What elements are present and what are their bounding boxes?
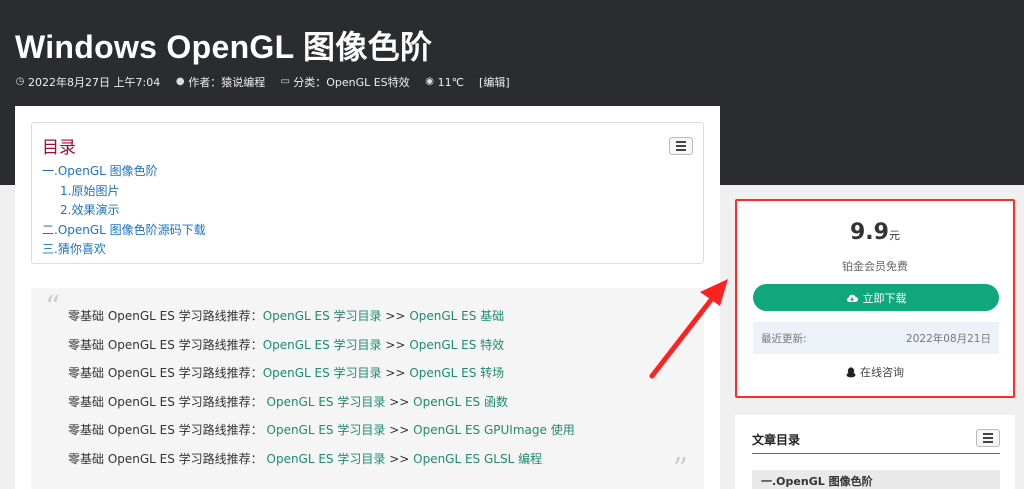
meta-date-text: 2022年8月27日 上午7:04 xyxy=(28,76,161,89)
quote-line: 零基础 OpenGL ES 学习路线推荐：OpenGL ES 学习目录 >> O… xyxy=(68,302,684,331)
quote-separator: >> xyxy=(385,423,414,438)
quote-line-prefix: 零基础 OpenGL ES 学习路线推荐： xyxy=(68,394,267,409)
quote-line-prefix: 零基础 OpenGL ES 学习路线推荐： xyxy=(68,366,263,381)
sidebar-toc-toggle-icon[interactable] xyxy=(976,429,1000,447)
directory-link[interactable]: OpenGL ES 学习目录 xyxy=(267,395,386,409)
quote-line: 零基础 OpenGL ES 学习路线推荐： OpenGL ES 学习目录 >> … xyxy=(68,416,684,445)
price: 9.9元 xyxy=(737,220,1013,245)
meta-views: ◉ 11℃ xyxy=(425,74,464,90)
quote-line: 零基础 OpenGL ES 学习路线推荐： OpenGL ES 学习目录 >> … xyxy=(68,445,684,474)
sidebar-toc-item[interactable]: 一.OpenGL 图像色阶 xyxy=(752,470,1000,489)
topic-link[interactable]: OpenGL ES 函数 xyxy=(413,395,508,409)
topic-link[interactable]: OpenGL ES GLSL 编程 xyxy=(413,452,542,466)
quote-close-icon: ” xyxy=(672,452,688,487)
download-button-label: 立即下载 xyxy=(862,291,907,305)
folder-icon: ▭ xyxy=(280,76,290,87)
topic-link[interactable]: OpenGL ES 转场 xyxy=(409,366,504,380)
meta-views-text: 11℃ xyxy=(437,75,465,89)
meta-edit-link[interactable]: [编辑] xyxy=(479,74,510,90)
cloud-download-icon xyxy=(846,294,858,302)
eye-icon: ◉ xyxy=(425,76,435,87)
member-free-note: 铂金会员免费 xyxy=(842,260,908,273)
toc-title: 目录 xyxy=(42,138,76,158)
quote-separator: >> xyxy=(385,451,414,466)
toc-item[interactable]: 2.效果演示 xyxy=(42,201,693,221)
meta-date: ◷ 2022年8月27日 上午7:04 xyxy=(15,74,161,90)
toc-item[interactable]: 一.OpenGL 图像色阶 xyxy=(42,162,693,182)
toc-item[interactable]: 1.原始图片 xyxy=(42,182,693,202)
quote-line: 零基础 OpenGL ES 学习路线推荐：OpenGL ES 学习目录 >> O… xyxy=(68,331,684,360)
toc-item[interactable]: 二.OpenGL 图像色阶源码下载 xyxy=(42,221,693,241)
directory-link[interactable]: OpenGL ES 学习目录 xyxy=(263,366,382,380)
quote-line-prefix: 零基础 OpenGL ES 学习路线推荐： xyxy=(68,337,263,352)
directory-link[interactable]: OpenGL ES 学习目录 xyxy=(267,452,386,466)
quote-open-icon: “ xyxy=(45,290,61,325)
toc-item[interactable]: 三.猜你喜欢 xyxy=(42,240,693,260)
learning-path-quote: “ 零基础 OpenGL ES 学习路线推荐：OpenGL ES 学习目录 >>… xyxy=(31,288,704,489)
online-consult-link[interactable]: 在线咨询 xyxy=(737,364,1013,380)
meta-category[interactable]: ▭ 分类：OpenGL ES特效 xyxy=(280,74,409,90)
sidebar-article-toc: 文章目录 一.OpenGL 图像色阶 xyxy=(735,415,1015,489)
last-updated-date: 2022年08月21日 xyxy=(906,332,991,345)
quote-line-prefix: 零基础 OpenGL ES 学习路线推荐： xyxy=(68,423,267,438)
download-button[interactable]: 立即下载 xyxy=(753,284,999,311)
price-unit: 元 xyxy=(888,229,900,242)
divider xyxy=(752,453,1000,454)
topic-link[interactable]: OpenGL ES 特效 xyxy=(409,338,504,352)
sidebar-toc-title: 文章目录 xyxy=(752,433,801,447)
toc-toggle-icon[interactable] xyxy=(669,137,693,155)
quote-line-prefix: 零基础 OpenGL ES 学习路线推荐： xyxy=(68,309,263,323)
user-icon: ● xyxy=(175,76,185,87)
qq-icon xyxy=(846,366,856,377)
topic-link[interactable]: OpenGL ES 基础 xyxy=(409,309,504,323)
quote-line: 零基础 OpenGL ES 学习路线推荐：OpenGL ES 学习目录 >> O… xyxy=(68,359,684,388)
article-body: 目录 一.OpenGL 图像色阶 1.原始图片 2.效果演示 二.OpenGL … xyxy=(15,106,720,489)
meta-category-text[interactable]: 分类：OpenGL ES特效 xyxy=(293,74,409,90)
last-updated: 最近更新: 2022年08月21日 xyxy=(753,322,999,354)
download-widget: 9.9元 铂金会员免费 立即下载 最近更新: 2022年08月21日 在线咨询 xyxy=(735,199,1015,398)
table-of-contents: 目录 一.OpenGL 图像色阶 1.原始图片 2.效果演示 二.OpenGL … xyxy=(31,122,704,264)
price-value: 9.9 xyxy=(850,220,889,245)
page-title: Windows OpenGL 图像色阶 xyxy=(15,29,433,65)
quote-separator: >> xyxy=(381,366,410,381)
quote-separator: >> xyxy=(381,309,410,323)
article-meta: ◷ 2022年8月27日 上午7:04 ● 作者：猿说编程 ▭ 分类：OpenG… xyxy=(15,74,510,90)
directory-link[interactable]: OpenGL ES 学习目录 xyxy=(263,338,382,352)
quote-line: 零基础 OpenGL ES 学习路线推荐： OpenGL ES 学习目录 >> … xyxy=(68,388,684,417)
meta-author-text: 作者：猿说编程 xyxy=(188,76,266,89)
quote-separator: >> xyxy=(381,337,410,352)
clock-icon: ◷ xyxy=(15,76,25,87)
online-consult-label: 在线咨询 xyxy=(860,366,904,379)
meta-author: ● 作者：猿说编程 xyxy=(175,74,265,90)
last-updated-label: 最近更新: xyxy=(761,332,807,345)
quote-separator: >> xyxy=(385,394,414,409)
quote-line-prefix: 零基础 OpenGL ES 学习路线推荐： xyxy=(68,451,267,466)
directory-link[interactable]: OpenGL ES 学习目录 xyxy=(263,309,382,323)
topic-link[interactable]: OpenGL ES GPUImage 使用 xyxy=(413,423,575,437)
directory-link[interactable]: OpenGL ES 学习目录 xyxy=(267,423,386,437)
